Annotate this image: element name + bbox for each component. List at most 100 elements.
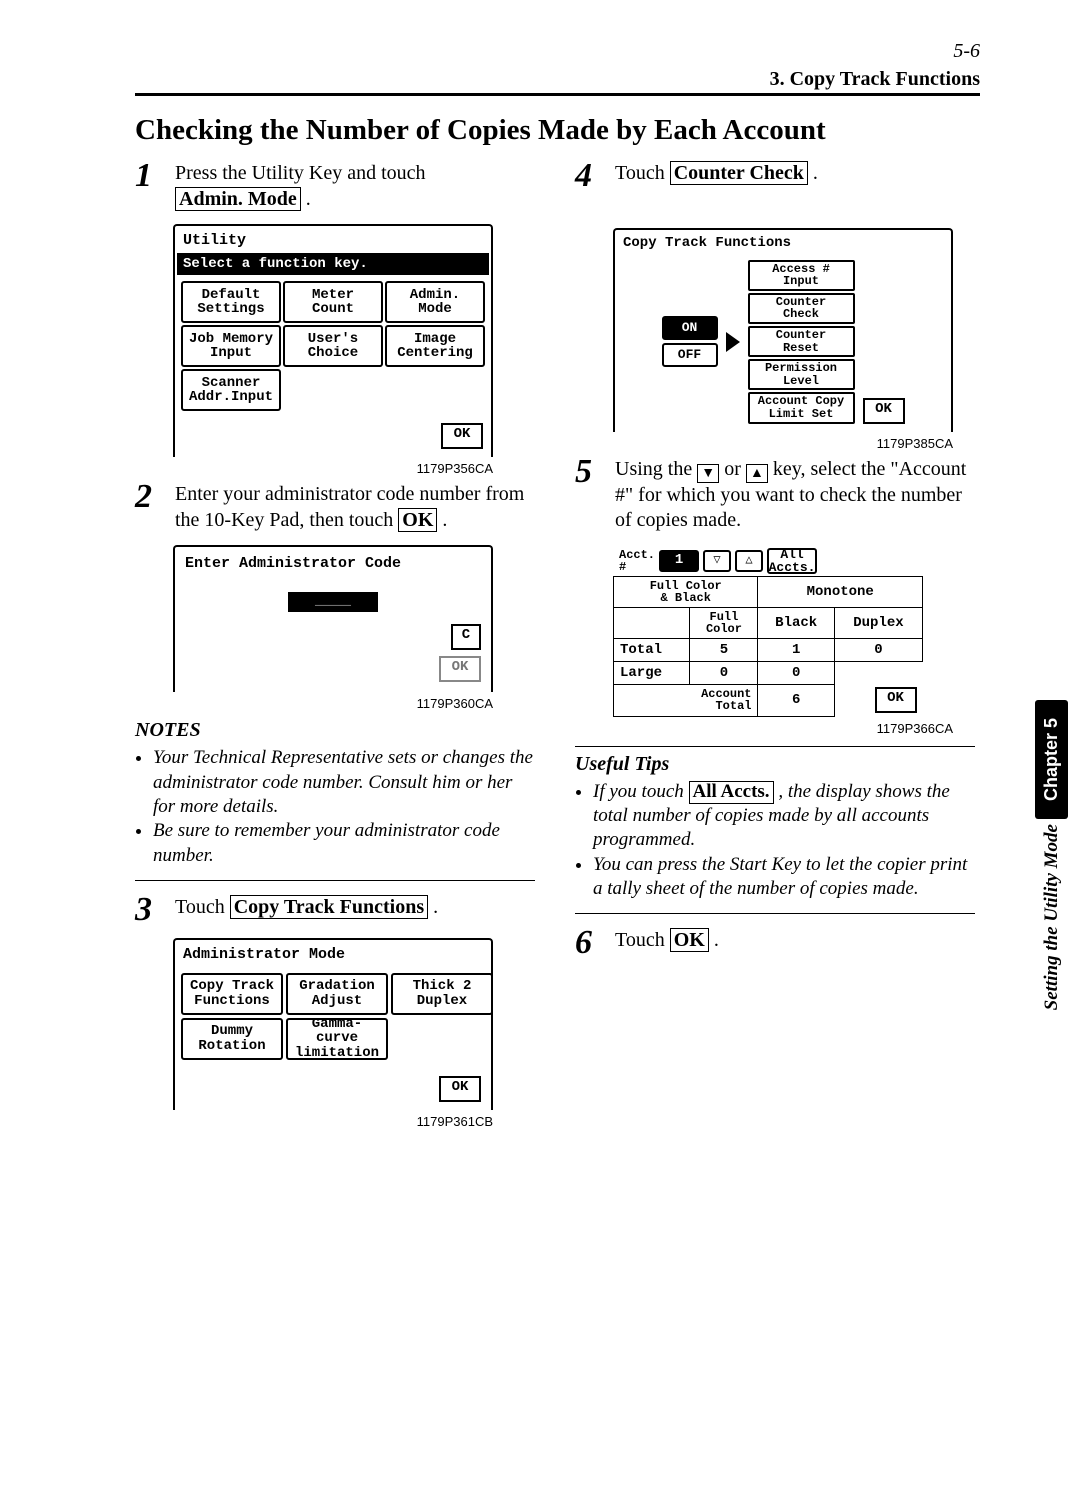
panel-title: Administrator Mode	[177, 942, 489, 967]
thick2-duplex-button[interactable]: Thick 2Duplex	[391, 973, 493, 1015]
cell: 1	[758, 638, 834, 661]
up-arrow-icon: ▲	[746, 464, 768, 483]
step-2: 2 Enter your administrator code number f…	[135, 482, 535, 533]
panel-title: Enter Administrator Code	[177, 549, 489, 578]
counter-check-button[interactable]: CounterCheck	[748, 293, 855, 324]
step-text: Touch	[615, 162, 670, 184]
off-button[interactable]: OFF	[662, 343, 718, 367]
up-button[interactable]: △	[735, 550, 763, 572]
users-choice-button[interactable]: User'sChoice	[283, 325, 383, 367]
col-black: Black	[758, 607, 834, 638]
down-button[interactable]: ▽	[703, 550, 731, 572]
step-5: 5 Using the ▼ or ▲ key, select the "Acco…	[575, 457, 975, 534]
counter-check-label: Counter Check	[670, 161, 808, 185]
step-text: Touch	[175, 896, 230, 918]
clear-button[interactable]: C	[451, 624, 481, 650]
job-memory-input-button[interactable]: Job MemoryInput	[181, 325, 281, 367]
row-large: Large	[614, 661, 690, 684]
notes-list: Your Technical Representative sets or ch…	[135, 746, 535, 881]
tips-list: If you touch All Accts. , the display sh…	[575, 780, 975, 915]
ok-button[interactable]: OK	[439, 1076, 481, 1102]
panel-prompt: Select a function key.	[177, 253, 489, 275]
col-duplex: Duplex	[834, 607, 922, 638]
access-input-button[interactable]: Access #Input	[748, 260, 855, 291]
cell: 5	[690, 638, 758, 661]
page-title: Checking the Number of Copies Made by Ea…	[135, 114, 980, 147]
admin-mode-button[interactable]: Admin.Mode	[385, 281, 485, 323]
tips-heading: Useful Tips	[575, 753, 975, 776]
note-item: Be sure to remember your administrator c…	[153, 819, 535, 868]
section-header: 3. Copy Track Functions	[135, 68, 980, 96]
gamma-curve-limitation-button[interactable]: Gamma-curvelimitation	[286, 1018, 388, 1060]
tip-item: You can press the Start Key to let the c…	[593, 853, 975, 902]
figure-caption: 1179P385CA	[613, 436, 953, 451]
col-full-color: FullColor	[690, 607, 758, 638]
ok-button-disabled: OK	[439, 656, 481, 682]
chapter-tab: Chapter 5	[1035, 700, 1068, 819]
default-settings-button[interactable]: DefaultSettings	[181, 281, 281, 323]
figure-caption: 1179P366CA	[613, 721, 953, 736]
note-item: Your Technical Representative sets or ch…	[153, 746, 535, 819]
step-number: 1	[135, 161, 175, 192]
copy-track-functions-button[interactable]: Copy TrackFunctions	[181, 973, 283, 1015]
panel-title: Utility	[177, 228, 489, 253]
step-number: 6	[575, 928, 615, 959]
down-arrow-icon: ▼	[697, 464, 719, 483]
permission-level-button[interactable]: PermissionLevel	[748, 359, 855, 390]
step-1: 1 Press the Utility Key and touch Admin.…	[135, 161, 535, 212]
utility-panel: Utility Select a function key. DefaultSe…	[173, 224, 493, 457]
ok-button[interactable]: OK	[863, 398, 905, 424]
gradation-adjust-button[interactable]: GradationAdjust	[286, 973, 388, 1015]
account-total-value: 6	[758, 684, 834, 716]
acct-label: Acct.#	[619, 549, 655, 573]
account-total-label: AccountTotal	[614, 684, 758, 716]
admin-code-panel: Enter Administrator Code ____ C OK	[173, 545, 493, 692]
admin-mode-label: Admin. Mode	[175, 187, 301, 211]
administrator-mode-panel: Administrator Mode Copy TrackFunctions G…	[173, 938, 493, 1110]
all-accts-button[interactable]: AllAccts.	[767, 548, 817, 574]
step-number: 4	[575, 161, 615, 192]
step-text: Enter your administrator code number fro…	[175, 483, 524, 531]
code-input[interactable]: ____	[288, 592, 378, 612]
image-centering-button[interactable]: ImageCentering	[385, 325, 485, 367]
cell: 0	[758, 661, 834, 684]
tab-full-color[interactable]: Full Color& Black	[614, 576, 758, 607]
row-total: Total	[614, 638, 690, 661]
panel-title: Copy Track Functions	[617, 232, 949, 254]
cell: 0	[834, 638, 922, 661]
figure-caption: 1179P360CA	[173, 696, 493, 711]
on-button[interactable]: ON	[662, 316, 718, 340]
copy-track-functions-label: Copy Track Functions	[230, 895, 428, 919]
page-number: 5-6	[135, 40, 980, 63]
step-6: 6 Touch OK .	[575, 928, 975, 959]
tab-monotone[interactable]: Monotone	[758, 576, 923, 607]
step-number: 3	[135, 895, 175, 926]
counter-check-panel: Acct.# 1 ▽ △ AllAccts. Full Color& Black…	[613, 546, 953, 717]
ok-button[interactable]: OK	[441, 423, 483, 449]
dummy-rotation-button[interactable]: DummyRotation	[181, 1018, 283, 1060]
meter-count-button[interactable]: MeterCount	[283, 281, 383, 323]
step-text: Using the	[615, 458, 697, 480]
all-accts-label: All Accts.	[689, 781, 774, 804]
account-copy-limit-button[interactable]: Account CopyLimit Set	[748, 392, 855, 423]
copy-track-functions-panel: Copy Track Functions ON OFF Access #Inpu…	[613, 228, 953, 432]
figure-caption: 1179P361CB	[173, 1114, 493, 1129]
counter-reset-button[interactable]: CounterReset	[748, 326, 855, 357]
step-number: 2	[135, 482, 175, 513]
step-number: 5	[575, 457, 615, 488]
acct-number: 1	[659, 550, 699, 572]
tip-item: If you touch All Accts. , the display sh…	[593, 780, 975, 853]
step-3: 3 Touch Copy Track Functions .	[135, 895, 535, 926]
step-text: Press the Utility Key and touch	[175, 162, 426, 184]
counter-table: Full Color& Black Monotone FullColor Bla…	[613, 576, 923, 717]
notes-heading: NOTES	[135, 719, 535, 742]
ok-button[interactable]: OK	[875, 687, 917, 713]
figure-caption: 1179P356CA	[173, 461, 493, 476]
pointer-icon	[726, 332, 740, 352]
ok-label: OK	[398, 508, 437, 532]
sidebar-caption: Setting the Utility Mode	[1041, 824, 1063, 1010]
cell: 0	[690, 661, 758, 684]
step-4: 4 Touch Counter Check .	[575, 161, 975, 192]
step-text: Touch	[615, 929, 670, 951]
scanner-addr-input-button[interactable]: ScannerAddr.Input	[181, 369, 281, 411]
